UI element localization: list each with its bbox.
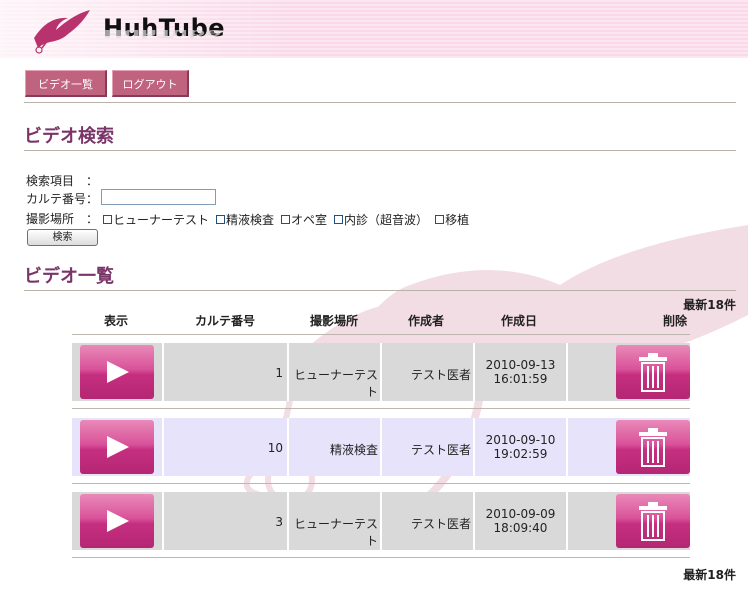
location-option[interactable]: 内診（超音波）: [334, 211, 428, 228]
created-cell: 2010-09-13 16:01:59: [475, 343, 568, 401]
search-button[interactable]: 検索: [27, 229, 98, 246]
crane-logo-icon: [28, 8, 92, 58]
play-button[interactable]: [80, 494, 154, 548]
divider: [24, 102, 736, 103]
col-header-delete: 削除: [663, 314, 688, 328]
table-row: 3 ヒューナーテスト テスト医者 2010-09-09 18:09:40: [72, 492, 690, 550]
location-options: ヒューナーテスト 精液検査 オペ室 内診（超音波） 移植: [103, 211, 469, 228]
author-cell: テスト医者: [382, 418, 475, 476]
play-cell: [72, 418, 164, 476]
location-cell: ヒューナーテスト: [289, 343, 382, 401]
delete-button[interactable]: [616, 345, 690, 399]
play-cell: [72, 343, 164, 401]
chart-no-input[interactable]: [101, 189, 216, 205]
chart-no-cell: 1: [164, 343, 289, 401]
search-items-label: 検索項目 ：: [26, 174, 99, 188]
location-cell: 精液検査: [289, 418, 382, 476]
play-button[interactable]: [80, 420, 154, 474]
play-icon: [107, 510, 129, 532]
trash-icon: [639, 502, 667, 541]
result-count-top: 最新18件: [683, 298, 736, 312]
location-option[interactable]: 精液検査: [216, 211, 274, 228]
divider: [72, 483, 690, 484]
author-cell: テスト医者: [382, 492, 475, 550]
author-cell: テスト医者: [382, 343, 475, 401]
trash-icon: [639, 428, 667, 467]
checkbox[interactable]: [281, 215, 291, 224]
play-icon: [107, 361, 129, 383]
search-section-title: ビデオ検索: [24, 126, 114, 147]
col-header-created: 作成日: [501, 314, 538, 328]
table-row: 1 ヒューナーテスト テスト医者 2010-09-13 16:01:59: [72, 343, 690, 401]
delete-button[interactable]: [616, 420, 690, 474]
app-title-reflection: HuhTube: [103, 27, 222, 40]
delete-cell: [568, 492, 690, 550]
col-header-show: 表示: [104, 314, 129, 328]
checkbox[interactable]: [216, 215, 226, 224]
trash-icon: [639, 353, 667, 392]
location-option[interactable]: 移植: [435, 211, 469, 228]
location-cell: ヒューナーテスト: [289, 492, 382, 550]
play-icon: [107, 436, 129, 458]
divider: [72, 557, 690, 558]
created-cell: 2010-09-10 19:02:59: [475, 418, 568, 476]
delete-cell: [568, 418, 690, 476]
col-header-chart-no: カルテ番号: [195, 314, 256, 328]
location-option[interactable]: オペ室: [281, 211, 327, 228]
result-count-bottom: 最新18件: [683, 568, 736, 582]
divider: [72, 334, 690, 335]
divider: [24, 290, 736, 291]
checkbox[interactable]: [334, 215, 344, 224]
video-list-nav-button[interactable]: ビデオ一覧: [25, 70, 107, 97]
logout-button[interactable]: ログアウト: [112, 70, 189, 97]
play-cell: [72, 492, 164, 550]
chart-no-cell: 10: [164, 418, 289, 476]
chart-no-cell: 3: [164, 492, 289, 550]
col-header-author: 作成者: [408, 314, 445, 328]
delete-button[interactable]: [616, 494, 690, 548]
location-label: 撮影場所 ：: [26, 212, 99, 226]
table-row: 10 精液検査 テスト医者 2010-09-10 19:02:59: [72, 418, 690, 476]
location-option[interactable]: ヒューナーテスト: [103, 211, 209, 228]
list-section-title: ビデオ一覧: [24, 266, 114, 287]
checkbox[interactable]: [103, 215, 112, 224]
created-cell: 2010-09-09 18:09:40: [475, 492, 568, 550]
play-button[interactable]: [80, 345, 154, 399]
divider: [24, 150, 736, 151]
checkbox[interactable]: [435, 215, 445, 224]
chart-no-label: カルテ番号：: [26, 192, 99, 206]
col-header-location: 撮影場所: [310, 314, 359, 328]
divider: [72, 408, 690, 409]
delete-cell: [568, 343, 690, 401]
